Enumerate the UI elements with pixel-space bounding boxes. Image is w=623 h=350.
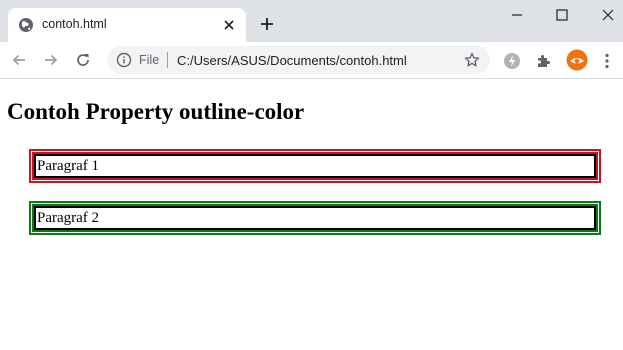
paragraph-red-outline: Paragraf 1 — [29, 149, 601, 183]
maximize-icon[interactable] — [553, 6, 571, 24]
tab-title: contoh.html — [42, 17, 107, 31]
address-bar[interactable]: File C:/Users/ASUS/Documents/contoh.html — [107, 46, 490, 74]
url-text[interactable]: C:/Users/ASUS/Documents/contoh.html — [177, 53, 407, 68]
page-viewport: Contoh Property outline-color Paragraf 1… — [0, 79, 623, 350]
tab-active[interactable]: contoh.html — [8, 8, 246, 42]
avatar[interactable] — [566, 49, 588, 71]
star-icon[interactable] — [464, 52, 480, 68]
puzzle-icon[interactable] — [535, 52, 553, 70]
forward-arrow-icon[interactable] — [42, 51, 60, 69]
back-arrow-icon[interactable] — [10, 51, 28, 69]
kebab-menu-icon[interactable] — [601, 52, 613, 70]
paragraph-green-outline: Paragraf 2 — [29, 201, 601, 235]
omnibox-divider — [167, 52, 168, 68]
page-heading: Contoh Property outline-color — [7, 99, 305, 124]
browser-toolbar: File C:/Users/ASUS/Documents/contoh.html — [0, 42, 623, 79]
close-tab-icon[interactable] — [222, 18, 236, 32]
globe-icon — [19, 18, 33, 32]
scheme-label: File — [139, 53, 160, 67]
tab-strip: contoh.html — [0, 0, 623, 42]
minimize-icon[interactable] — [508, 6, 526, 24]
reload-icon[interactable] — [74, 51, 92, 69]
speed-extension-icon[interactable] — [503, 52, 521, 70]
close-window-icon[interactable] — [599, 6, 617, 24]
new-tab-icon[interactable] — [259, 16, 275, 32]
info-icon[interactable] — [116, 52, 132, 68]
